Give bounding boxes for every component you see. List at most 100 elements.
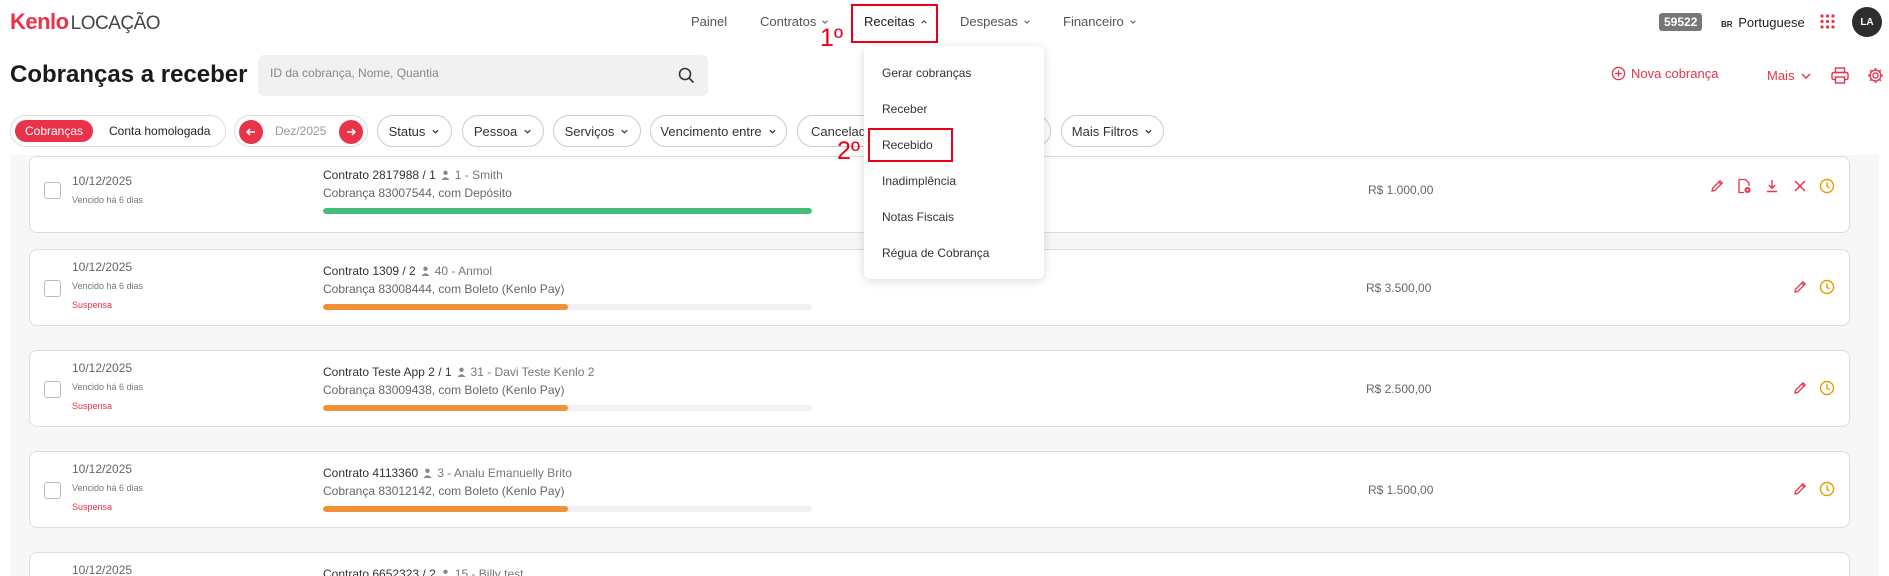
- print-icon[interactable]: [1831, 67, 1849, 84]
- history-clock-icon[interactable]: [1819, 279, 1835, 295]
- current-month-label: Dez/2025: [275, 124, 327, 138]
- menu-item-receber[interactable]: Receber: [882, 102, 927, 116]
- contract-id: Contrato Teste App 2 / 1: [323, 365, 452, 379]
- previous-month-button[interactable]: [239, 120, 263, 144]
- edit-pencil-icon[interactable]: [1792, 380, 1808, 396]
- due-date: 10/12/2025: [72, 174, 133, 188]
- menu-item-notas-fiscais[interactable]: Notas Fiscais: [882, 210, 954, 224]
- nav-despesas[interactable]: Despesas: [960, 14, 1031, 29]
- next-month-button[interactable]: [339, 120, 363, 144]
- apps-grid-icon[interactable]: [1820, 14, 1835, 29]
- charges-segmented-control: Cobranças Conta homologada: [10, 115, 226, 147]
- person-icon: [443, 569, 448, 574]
- chevron-down-icon: [1801, 72, 1811, 79]
- person-name: 31 - Davi Teste Kenlo 2: [470, 365, 595, 379]
- amount: R$ 1.500,00: [1368, 483, 1434, 497]
- overdue-text: Vencido há 6 dias: [72, 483, 144, 493]
- amount: R$ 3.500,00: [1366, 281, 1432, 295]
- filter-more[interactable]: Mais Filtros: [1061, 115, 1164, 147]
- history-clock-icon[interactable]: [1819, 178, 1835, 194]
- table-row[interactable]: 10/12/2025 Vencido há 6 dias Suspensa Co…: [29, 350, 1850, 427]
- contract-link[interactable]: Contrato 6652323 / 2 15 - Billy test: [323, 567, 523, 576]
- table-row[interactable]: 10/12/2025 Contrato 6652323 / 2 15 - Bil…: [29, 552, 1850, 576]
- download-icon[interactable]: [1764, 178, 1780, 194]
- nav-contratos-label: Contratos: [760, 14, 817, 29]
- person-icon: [423, 468, 432, 478]
- kenlo-logo[interactable]: Kenlo LOCAÇÃO: [10, 9, 161, 35]
- payment-progress-bar: [323, 208, 812, 214]
- nav-despesas-label: Despesas: [960, 14, 1018, 29]
- history-clock-icon[interactable]: [1819, 380, 1835, 396]
- menu-item-inadimplencia[interactable]: Inadimplência: [882, 174, 956, 188]
- cancel-x-icon[interactable]: [1792, 178, 1808, 194]
- edit-pencil-icon[interactable]: [1792, 279, 1808, 295]
- charge-description: Cobrança 83012142, com Boleto (Kenlo Pay…: [323, 484, 565, 498]
- annotation-step-1: 1º: [820, 24, 844, 52]
- chevron-down-icon: [768, 129, 776, 134]
- person-icon: [441, 170, 450, 180]
- segment-approved-account[interactable]: Conta homologada: [109, 124, 210, 138]
- person-icon: [457, 367, 466, 377]
- row-checkbox[interactable]: [44, 381, 61, 398]
- row-checkbox[interactable]: [44, 280, 61, 297]
- contract-id: Contrato 2817988 / 1: [323, 168, 436, 182]
- brazil-flag-icon: BR: [1721, 20, 1733, 29]
- filter-servicos-label: Serviços: [564, 123, 615, 139]
- filter-vencimento-label: Vencimento entre: [660, 123, 762, 139]
- contract-link[interactable]: Contrato 4113360 3 - Analu Emanuelly Bri…: [323, 466, 572, 480]
- overdue-text: Vencido há 6 dias: [72, 382, 144, 392]
- contract-link[interactable]: Contrato 1309 / 2 40 - Anmol: [323, 264, 492, 278]
- avatar[interactable]: LA: [1852, 7, 1882, 37]
- edit-pencil-icon[interactable]: [1792, 481, 1808, 497]
- filter-servicos[interactable]: Serviços: [553, 115, 641, 147]
- receitas-dropdown-menu: Gerar cobranças Receber Recebido Inadimp…: [864, 46, 1044, 279]
- contract-id: Contrato 1309 / 2: [323, 264, 416, 278]
- logo-product: LOCAÇÃO: [70, 13, 161, 34]
- nav-financeiro[interactable]: Financeiro: [1063, 14, 1137, 29]
- chevron-down-icon: [1145, 129, 1152, 134]
- more-menu-button[interactable]: Mais: [1767, 68, 1812, 83]
- segment-charges[interactable]: Cobranças: [15, 120, 94, 142]
- month-selector: Dez/2025: [234, 115, 368, 147]
- overdue-text: Vencido há 6 dias: [72, 195, 144, 205]
- edit-pencil-icon[interactable]: [1709, 178, 1725, 194]
- payment-progress-bar: [323, 506, 812, 512]
- new-charge-button[interactable]: Nova cobrança: [1611, 66, 1718, 81]
- filter-status[interactable]: Status: [377, 115, 452, 147]
- row-checkbox[interactable]: [44, 482, 61, 499]
- chevron-down-icon: [1129, 19, 1136, 24]
- charge-description: Cobrança 83007544, com Depósito: [323, 186, 512, 200]
- nav-contratos[interactable]: Contratos: [760, 14, 829, 29]
- chevron-down-icon: [1024, 19, 1030, 24]
- contract-link[interactable]: Contrato 2817988 / 1 1 - Smith: [323, 168, 503, 182]
- document-settings-icon[interactable]: [1736, 178, 1752, 194]
- amount: R$ 1.000,00: [1368, 183, 1434, 197]
- person-name: 3 - Analu Emanuelly Brito: [437, 466, 572, 480]
- status-badge: Suspensa: [72, 502, 113, 512]
- menu-item-gerar-cobrancas[interactable]: Gerar cobranças: [882, 66, 971, 80]
- menu-item-regua-cobranca[interactable]: Régua de Cobrança: [882, 246, 989, 260]
- filter-vencimento[interactable]: Vencimento entre: [650, 115, 787, 147]
- search-box: [258, 55, 708, 96]
- amount: R$ 2.500,00: [1366, 382, 1432, 396]
- filter-pessoa-label: Pessoa: [473, 123, 518, 139]
- payment-progress-bar: [323, 304, 812, 310]
- charge-description: Cobrança 83008444, com Boleto (Kenlo Pay…: [323, 282, 565, 296]
- due-date: 10/12/2025: [72, 361, 133, 375]
- settings-gear-icon[interactable]: [1867, 67, 1884, 84]
- nav-painel[interactable]: Painel: [691, 14, 727, 29]
- contract-link[interactable]: Contrato Teste App 2 / 1 31 - Davi Teste…: [323, 365, 594, 379]
- search-icon[interactable]: [678, 67, 695, 84]
- search-input[interactable]: [270, 66, 650, 80]
- language-selector[interactable]: BR Portuguese: [1721, 15, 1805, 30]
- history-clock-icon[interactable]: [1819, 481, 1835, 497]
- logo-brand: Kenlo: [10, 9, 69, 34]
- plus-circle-icon: [1611, 66, 1626, 81]
- filter-pessoa[interactable]: Pessoa: [462, 115, 544, 147]
- payment-progress-bar: [323, 405, 812, 411]
- arrow-left-icon: [245, 128, 255, 136]
- table-row[interactable]: 10/12/2025 Vencido há 6 dias Suspensa Co…: [29, 451, 1850, 528]
- arrow-right-icon: [347, 128, 357, 136]
- due-date: 10/12/2025: [72, 260, 133, 274]
- row-checkbox[interactable]: [44, 182, 61, 199]
